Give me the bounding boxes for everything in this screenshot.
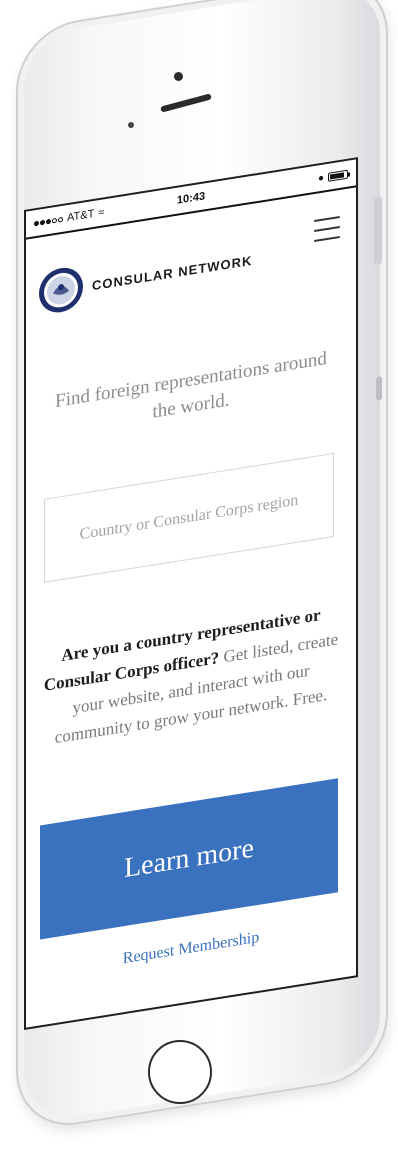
search-input[interactable] [54,486,324,550]
battery-level [330,171,345,180]
signal-strength-icon [34,216,63,226]
learn-more-button[interactable]: Learn more [40,778,338,940]
carrier-name: AT&T [67,207,95,225]
front-camera [174,72,183,81]
seal-logo[interactable] [38,263,84,316]
phone-screen: AT&T ≈ 10:43 ● CONSULAR NETWORK Find for… [24,157,358,1030]
search-field[interactable] [44,452,334,583]
side-button [376,376,382,401]
membership-pitch: Are you a country representative or Cons… [40,598,342,754]
brand-name[interactable]: CONSULAR NETWORK [92,243,314,292]
hamburger-menu-icon[interactable] [314,215,340,243]
proximity-sensor [128,122,134,128]
battery-icon [328,169,348,182]
wifi-icon: ≈ [98,206,105,220]
rotation-lock-icon: ● [317,171,324,184]
device-mockup: AT&T ≈ 10:43 ● CONSULAR NETWORK Find for… [0,0,398,1154]
home-button [148,1040,212,1104]
tagline: Find foreign representations around the … [55,348,327,423]
volume-button [374,196,382,266]
